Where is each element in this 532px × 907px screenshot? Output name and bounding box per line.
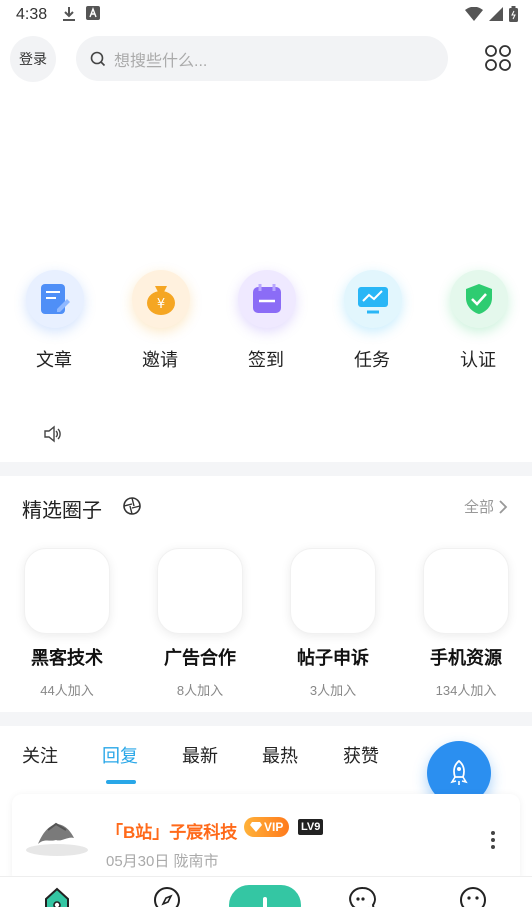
quick-action-invite[interactable]: ¥ 邀请 [120, 268, 200, 378]
quick-action-label: 签到 [248, 350, 284, 370]
circle-card[interactable]: 帖子申诉 3人加入 [278, 546, 388, 706]
status-bar: 4:38 [0, 0, 532, 30]
level-badge: LV9 [298, 819, 324, 835]
login-button[interactable]: 登录 [10, 36, 56, 82]
money-bag-icon: ¥ [147, 286, 175, 315]
quick-action-verify[interactable]: 认证 [438, 268, 518, 378]
circle-thumbnail [157, 548, 243, 634]
publish-button[interactable] [229, 885, 301, 907]
monitor-chart-icon [358, 287, 388, 314]
post-meta: 05月30日 陇南市 [106, 853, 219, 870]
see-all-label: 全部 [463, 499, 494, 516]
circles-header: 精选圈子 全部 [0, 484, 532, 528]
circle-name: 黑客技术 [31, 648, 103, 668]
text-a-icon [86, 6, 100, 20]
circle-name: 广告合作 [164, 648, 236, 668]
avatar [26, 822, 88, 856]
top-bar: 登录 想搜些什么... [0, 34, 532, 82]
vip-badge: VIP [244, 817, 290, 837]
speaker-icon[interactable] [42, 424, 62, 444]
home-icon[interactable] [42, 885, 72, 907]
see-all-link[interactable]: 全部 [464, 496, 508, 517]
tab-hot[interactable]: 最热 [262, 742, 298, 768]
download-icon [63, 7, 75, 21]
search-icon [90, 51, 106, 66]
wifi-icon [465, 7, 483, 21]
tab-reply[interactable]: 回复 [102, 742, 138, 768]
feed-post-card[interactable]: 「B站」子宸科技 VIP LV9 05月30日 陇南市 [12, 794, 520, 884]
search-input[interactable]: 想搜些什么... [76, 36, 448, 81]
compass-icon[interactable] [152, 885, 182, 907]
quick-action-label: 认证 [460, 350, 496, 370]
bottom-nav [0, 876, 532, 907]
tab-latest[interactable]: 最新 [182, 742, 218, 768]
diamond-icon [250, 822, 262, 832]
circles-list: 黑客技术 44人加入 广告合作 8人加入 帖子申诉 3人加入 手机资源 134人… [0, 546, 532, 706]
profile-icon[interactable] [458, 885, 488, 907]
circle-members: 134人加入 [435, 683, 497, 698]
apps-grid-icon[interactable] [484, 44, 512, 72]
quick-action-label: 文章 [36, 350, 72, 370]
circle-card[interactable]: 黑客技术 44人加入 [12, 546, 122, 706]
search-placeholder: 想搜些什么... [114, 52, 208, 70]
quick-action-task[interactable]: 任务 [332, 268, 412, 378]
section-divider [0, 712, 532, 726]
signal-icon [489, 7, 503, 21]
quick-action-label: 邀请 [142, 350, 178, 370]
circle-thumbnail [24, 548, 110, 634]
circle-thumbnail [290, 548, 376, 634]
status-time: 4:38 [16, 6, 48, 23]
quick-action-checkin[interactable]: 签到 [226, 268, 306, 378]
section-divider [0, 462, 532, 476]
quick-action-label: 任务 [354, 350, 390, 370]
circle-card[interactable]: 手机资源 134人加入 [411, 546, 521, 706]
circle-members: 44人加入 [40, 683, 94, 698]
tab-liked[interactable]: 获赞 [343, 742, 379, 768]
active-tab-indicator [106, 780, 136, 784]
circle-card[interactable]: 广告合作 8人加入 [145, 546, 255, 706]
quick-action-article[interactable]: 文章 [14, 268, 94, 378]
section-title: 精选圈子 [22, 500, 102, 522]
circle-name: 手机资源 [430, 648, 502, 668]
circle-members: 8人加入 [176, 683, 224, 698]
circle-members: 3人加入 [309, 683, 357, 698]
battery-icon [509, 6, 518, 22]
circle-name: 帖子申诉 [297, 648, 369, 668]
tab-follow[interactable]: 关注 [22, 742, 58, 768]
more-options-icon[interactable] [490, 830, 496, 850]
rocket-icon [450, 759, 468, 785]
shield-check-icon [466, 284, 492, 314]
chevron-right-icon [499, 499, 508, 514]
svg-text:¥: ¥ [157, 297, 165, 312]
aperture-icon [123, 497, 141, 515]
circle-thumbnail [423, 548, 509, 634]
post-author[interactable]: 「B站」子宸科技 [106, 818, 237, 843]
calendar-icon [253, 284, 281, 313]
quick-actions: 文章 ¥ 邀请 签到 任务 认证 [0, 268, 532, 378]
chat-icon[interactable] [348, 885, 378, 907]
article-edit-icon [41, 284, 70, 314]
